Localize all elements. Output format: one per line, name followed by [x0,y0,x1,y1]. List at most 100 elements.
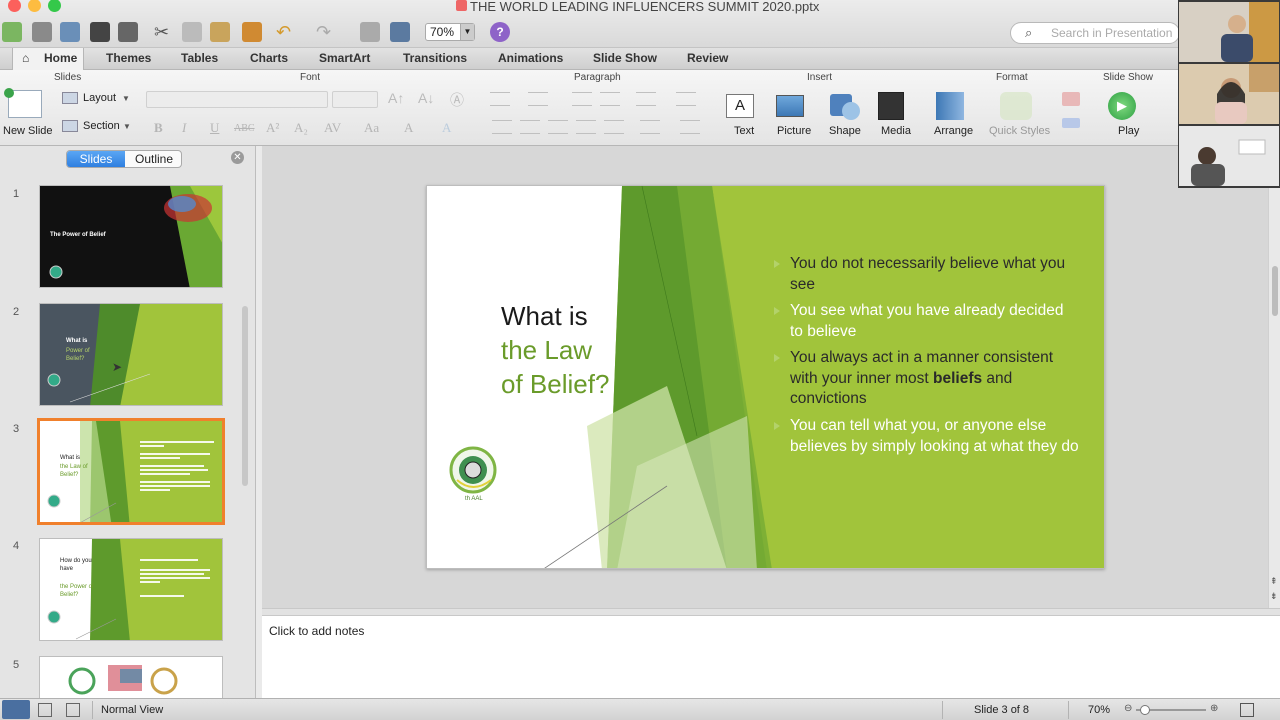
play-button[interactable]: Play [1118,125,1139,137]
columns-icon[interactable] [676,92,696,106]
minimize-window-button[interactable] [28,0,41,12]
slide-thumbnail-2[interactable]: What is Power of Belief? ➤ [39,303,223,406]
superscript-icon[interactable]: A² [266,120,279,136]
video-participant-3[interactable] [1179,126,1279,186]
slide-thumbnail-3-selected[interactable]: What is the Law of Belief? [37,418,225,525]
tab-slides[interactable]: Slides [67,151,125,167]
distribute-icon[interactable] [604,120,624,134]
bullet-3[interactable]: You always act in a manner consistent wi… [774,348,1080,410]
chevron-down-icon: ▼ [122,94,130,103]
decrease-indent-icon[interactable] [572,92,592,106]
insert-media-button[interactable]: Media [881,125,911,137]
normal-view-icon[interactable] [2,700,30,719]
align-center-icon[interactable] [520,120,540,134]
tab-outline[interactable]: Outline [125,151,181,167]
save-icon[interactable] [90,22,110,42]
scroll-thumb[interactable] [1272,266,1278,316]
justify-icon[interactable] [576,120,596,134]
align-text-icon[interactable] [680,120,700,134]
notes-splitter[interactable] [262,608,1280,616]
slide-3[interactable]: th AAL What is the Law of Belief? You do… [426,185,1105,569]
text-direction-icon[interactable] [640,120,660,134]
insert-shape-button[interactable]: Shape [829,125,861,137]
slide-title[interactable]: What is the Law of Belief? [501,299,609,401]
copy-icon[interactable] [182,22,202,42]
slideshow-icon[interactable] [390,22,410,42]
new-icon[interactable] [2,22,22,42]
shrink-font-icon[interactable]: A↓ [418,90,434,106]
character-spacing-icon[interactable]: AV [324,120,341,136]
tab-animations[interactable]: Animations [498,51,563,65]
zoom-window-button[interactable] [48,0,61,12]
presenter-view-icon[interactable] [66,703,80,717]
bullet-1[interactable]: You do not necessarily believe what you … [774,254,1080,295]
next-slide-icon[interactable]: ⇟ [1270,591,1278,602]
quick-styles-button[interactable]: Quick Styles [989,125,1050,137]
canvas-scrollbar[interactable]: ⇞ ⇟ [1268,146,1280,608]
paste-icon[interactable] [210,22,230,42]
font-color-icon[interactable]: A [404,120,413,136]
print-icon[interactable] [118,22,138,42]
arrange-button[interactable]: Arrange [934,125,973,137]
tab-home-label[interactable]: Home [44,51,77,65]
slide-thumbnail-5[interactable] [39,656,223,698]
tab-slide-show[interactable]: Slide Show [593,51,657,65]
prev-slide-icon[interactable]: ⇞ [1270,576,1278,587]
clear-format-icon[interactable]: Ⓐ [450,90,464,110]
zoom-select[interactable]: 70% ▼ [425,23,475,41]
search-field[interactable]: ⌕ Search in Presentation [1010,22,1180,44]
sidebar-scrollbar[interactable] [242,306,248,486]
format-painter-icon[interactable] [242,22,262,42]
bullet-2[interactable]: You see what you have already decided to… [774,301,1080,342]
grow-font-icon[interactable]: A↑ [388,90,404,106]
slide-thumbnail-4[interactable]: How do you have the Power of Belief? [39,538,223,641]
layout-button[interactable]: Layout [83,92,116,104]
font-name-field[interactable] [146,91,328,108]
templates-icon[interactable] [32,22,52,42]
slide-sorter-icon[interactable] [38,703,52,717]
insert-text-button[interactable]: Text [734,125,754,137]
align-right-icon[interactable] [548,120,568,134]
close-icon[interactable]: ✕ [231,151,244,164]
text-effects-icon[interactable]: A [442,120,451,136]
open-icon[interactable] [60,22,80,42]
numbering-icon[interactable] [528,92,548,106]
increase-indent-icon[interactable] [600,92,620,106]
bold-icon[interactable]: B [154,120,163,136]
line-spacing-icon[interactable] [636,92,656,106]
tab-transitions[interactable]: Transitions [403,51,467,65]
tab-tables[interactable]: Tables [181,51,218,65]
fill-icon[interactable] [1062,92,1080,106]
close-window-button[interactable] [8,0,21,12]
zoom-slider-thumb[interactable] [1140,705,1150,715]
tab-themes[interactable]: Themes [106,51,151,65]
underline-icon[interactable]: U [210,120,219,136]
tab-charts[interactable]: Charts [250,51,288,65]
change-case-icon[interactable]: Aa [364,120,379,136]
bullet-4[interactable]: You can tell what you, or anyone else be… [774,416,1080,457]
italic-icon[interactable]: I [182,120,186,136]
zoom-in-icon[interactable]: ⊕ [1210,703,1218,714]
strikethrough-icon[interactable]: ABC [234,123,255,134]
section-button[interactable]: Section [83,120,120,132]
line-icon[interactable] [1062,118,1080,128]
new-slide-button[interactable]: New Slide [3,125,53,137]
fit-to-window-icon[interactable] [1240,703,1254,717]
cut-icon[interactable]: ✂ [154,22,174,42]
undo-icon[interactable]: ↶ [276,22,296,42]
align-left-icon[interactable] [492,120,512,134]
video-participant-1[interactable] [1179,2,1279,62]
font-size-field[interactable] [332,91,378,108]
redo-icon[interactable]: ↷ [316,22,336,42]
bullets-icon[interactable] [490,92,510,106]
tab-review[interactable]: Review [687,51,728,65]
tab-smartart[interactable]: SmartArt [319,51,370,65]
slide-thumbnail-1[interactable]: The Power of Belief [39,185,223,288]
subscript-icon[interactable]: A₂ [294,120,308,136]
insert-picture-button[interactable]: Picture [777,125,811,137]
view-icon[interactable] [360,22,380,42]
help-icon[interactable]: ? [490,22,510,42]
zoom-out-icon[interactable]: ⊖ [1124,703,1132,714]
notes-pane[interactable]: Click to add notes [262,616,1280,698]
video-participant-2[interactable] [1179,64,1279,124]
